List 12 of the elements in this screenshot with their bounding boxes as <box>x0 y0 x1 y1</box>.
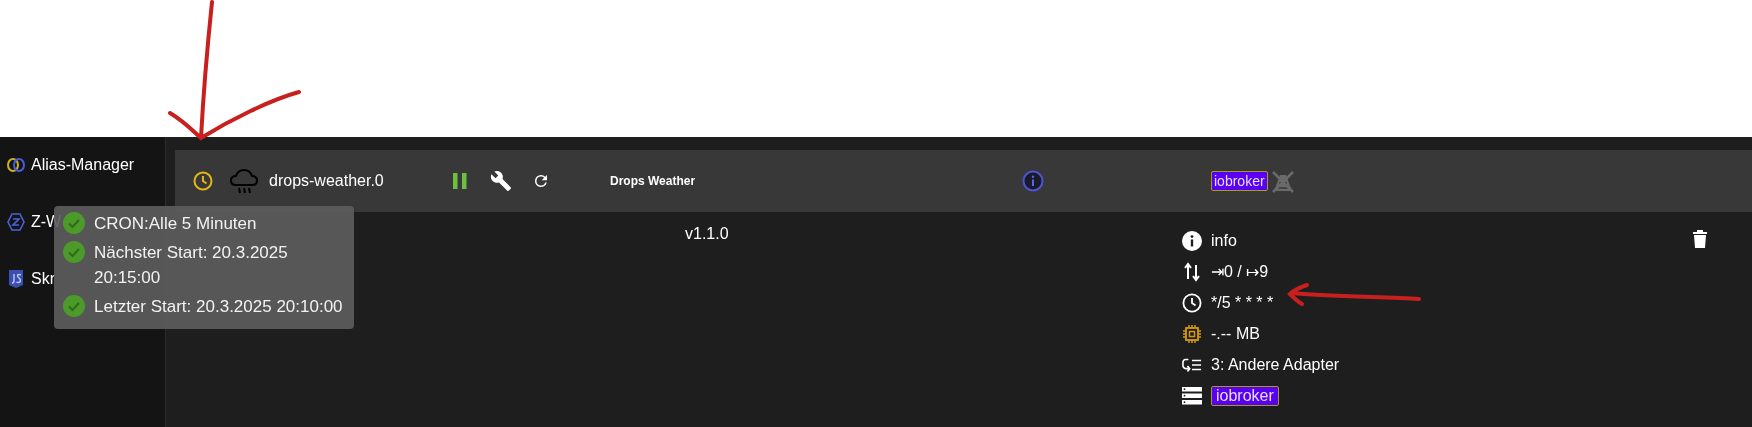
tooltip-text: Nächster Start: 20.3.2025 20:15:00 <box>94 242 289 289</box>
detail-text: ⇥0 / ↦9 <box>1211 262 1269 281</box>
host-badge: iobroker <box>1211 171 1268 191</box>
detail-text: -.-- MB <box>1211 324 1260 343</box>
tooltip-text: CRON:Alle 5 Minuten <box>94 213 258 235</box>
version-label: v1.1.0 <box>685 225 730 243</box>
detail-text: 3: Andere Adapter <box>1211 355 1340 374</box>
detail-text: */5 * * * * <box>1211 293 1274 312</box>
tooltip-text: Letzter Start: 20.3.2025 20:10:00 <box>94 296 344 318</box>
host-badge: iobroker <box>1211 385 1279 406</box>
adapter-name: drops-weather.0 <box>269 172 385 190</box>
adapter-title: Drops Weather <box>610 174 697 188</box>
